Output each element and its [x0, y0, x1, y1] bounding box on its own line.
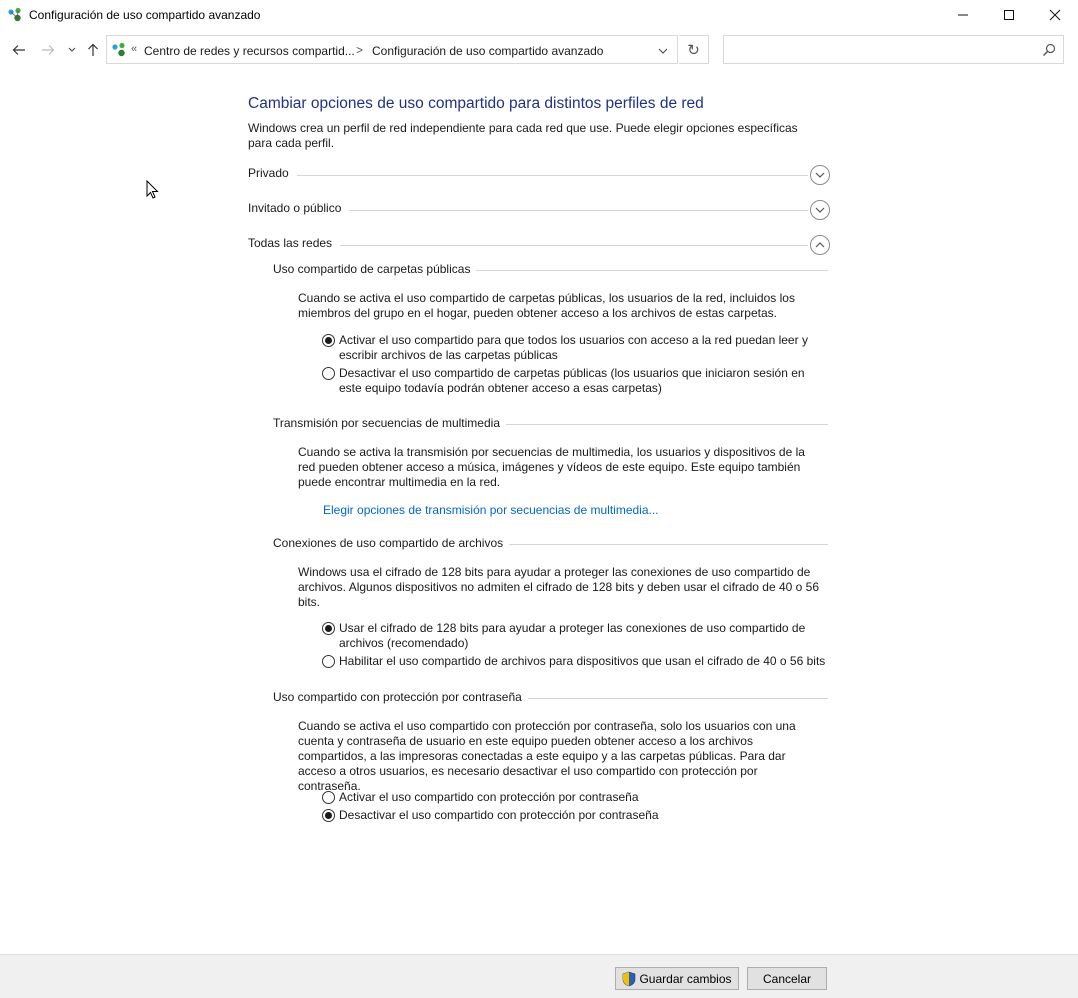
address-dropdown-button[interactable] — [657, 45, 669, 57]
chevron-up-icon — [815, 242, 825, 248]
profile-all-label: Todas las redes — [248, 236, 341, 250]
maximize-icon — [1004, 10, 1014, 20]
profile-private-label: Privado — [248, 166, 297, 180]
radio-option-40-56bit[interactable]: Habilitar el uso compartido de archivos … — [322, 654, 827, 670]
radio-button[interactable] — [322, 809, 335, 822]
network-sharing-icon — [111, 42, 127, 58]
search-icon — [1042, 43, 1056, 57]
close-button[interactable] — [1032, 0, 1078, 30]
section-public-folders: Uso compartido de carpetas públicas — [273, 262, 828, 278]
section-description: Windows usa el cifrado de 128 bits para … — [298, 565, 819, 609]
section-media-streaming: Transmisión por secuencias de multimedia — [273, 416, 828, 432]
recent-locations-button[interactable] — [63, 40, 81, 60]
page-description: Windows crea un perfil de red independie… — [248, 121, 798, 150]
arrow-right-icon — [42, 45, 55, 55]
section-description: Cuando se activa el uso compartido con p… — [298, 719, 796, 793]
radio-button[interactable] — [322, 334, 335, 347]
breadcrumb-separator[interactable]: > — [356, 43, 363, 57]
media-streaming-options-link[interactable]: Elegir opciones de transmisión por secue… — [323, 503, 659, 517]
page-title: Cambiar opciones de uso compartido para … — [248, 95, 704, 112]
radio-option-128bit[interactable]: Usar el cifrado de 128 bits para ayudar … — [322, 621, 827, 653]
footer-bar: Guardar cambios Cancelar — [0, 954, 1078, 998]
profile-guest-label: Invitado o público — [248, 201, 350, 215]
close-icon — [1049, 9, 1061, 21]
save-changes-label: Guardar cambios — [639, 971, 732, 986]
window-title: Configuración de uso compartido avanzado — [29, 8, 261, 22]
section-file-sharing: Conexiones de uso compartido de archivos — [273, 536, 828, 552]
radio-option-password-on[interactable]: Activar el uso compartido con protección… — [322, 790, 827, 806]
section-title: Uso compartido con protección por contra… — [273, 690, 528, 704]
overflow-chevron[interactable]: « — [131, 43, 137, 55]
radio-label[interactable]: Activar el uso compartido con protección… — [339, 790, 829, 805]
section-description: Cuando se activa la transmisión por secu… — [298, 445, 805, 489]
search-input[interactable] — [723, 35, 1064, 64]
cancel-label: Cancelar — [762, 971, 812, 986]
radio-label[interactable]: Habilitar el uso compartido de archivos … — [339, 654, 829, 669]
section-title: Conexiones de uso compartido de archivos — [273, 536, 510, 550]
radio-label[interactable]: Desactivar el uso compartido de carpetas… — [339, 366, 829, 396]
title-bar: Configuración de uso compartido avanzado — [0, 0, 1078, 30]
up-button[interactable] — [83, 40, 103, 60]
chevron-down-icon — [815, 207, 825, 213]
refresh-icon: ↻ — [687, 41, 700, 59]
radio-label[interactable]: Activar el uso compartido para que todos… — [339, 333, 829, 363]
radio-label[interactable]: Usar el cifrado de 128 bits para ayudar … — [339, 621, 829, 651]
back-button[interactable] — [9, 40, 29, 60]
minimize-button[interactable] — [940, 0, 986, 30]
chevron-down-icon — [658, 48, 668, 54]
radio-button[interactable] — [322, 622, 335, 635]
breadcrumb-current[interactable]: Configuración de uso compartido avanzado — [372, 44, 603, 58]
maximize-button[interactable] — [986, 0, 1032, 30]
expand-button[interactable] — [810, 165, 830, 185]
navigation-bar: « Centro de redes y recursos compartid..… — [0, 34, 1078, 66]
section-password-sharing: Uso compartido con protección por contra… — [273, 690, 828, 706]
profile-guest-public[interactable]: Invitado o público — [248, 200, 830, 221]
uac-shield-icon — [623, 971, 636, 986]
radio-label[interactable]: Desactivar el uso compartido con protecc… — [339, 808, 829, 823]
cancel-button[interactable]: Cancelar — [747, 967, 827, 990]
radio-option-public-on[interactable]: Activar el uso compartido para que todos… — [322, 333, 827, 365]
forward-button[interactable] — [38, 40, 58, 60]
section-title: Uso compartido de carpetas públicas — [273, 262, 477, 276]
mouse-cursor-icon — [146, 180, 159, 199]
breadcrumb-network-center[interactable]: Centro de redes y recursos compartid... — [144, 44, 355, 58]
chevron-down-icon — [68, 47, 76, 52]
save-changes-button[interactable]: Guardar cambios — [615, 967, 739, 990]
main-content: Cambiar opciones de uso compartido para … — [0, 66, 1078, 954]
radio-button[interactable] — [322, 655, 335, 668]
radio-button[interactable] — [322, 367, 335, 380]
arrow-up-icon — [88, 43, 98, 56]
network-sharing-icon — [7, 7, 23, 23]
section-title: Transmisión por secuencias de multimedia — [273, 416, 506, 430]
chevron-down-icon — [815, 172, 825, 178]
radio-button[interactable] — [322, 791, 335, 804]
arrow-left-icon — [12, 45, 25, 55]
collapse-button[interactable] — [810, 235, 830, 255]
minimize-icon — [958, 14, 968, 16]
section-description: Cuando se activa el uso compartido de ca… — [298, 291, 795, 320]
radio-option-password-off[interactable]: Desactivar el uso compartido con protecc… — [322, 808, 827, 824]
profile-all-networks[interactable]: Todas las redes — [248, 235, 830, 256]
profile-private[interactable]: Privado — [248, 165, 830, 186]
radio-option-public-off[interactable]: Desactivar el uso compartido de carpetas… — [322, 366, 827, 398]
divider — [248, 175, 808, 176]
refresh-button[interactable]: ↻ — [679, 35, 709, 64]
expand-button[interactable] — [810, 200, 830, 220]
address-bar[interactable]: « Centro de redes y recursos compartid..… — [106, 35, 678, 64]
